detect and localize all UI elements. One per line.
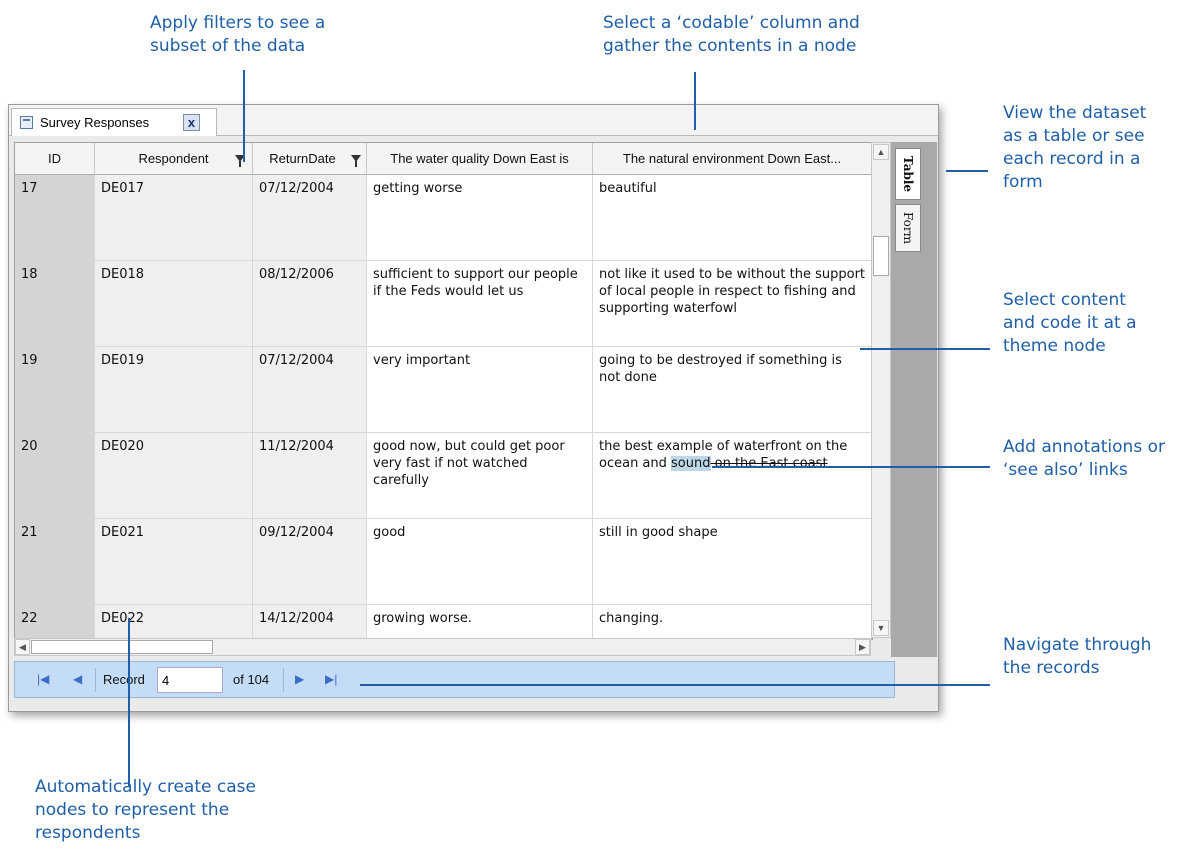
cell-water-quality[interactable]: sufficient to support our people if the … xyxy=(367,261,593,346)
callout-filters: Apply filters to see a subset of the dat… xyxy=(150,13,326,56)
vertical-scroll-thumb[interactable] xyxy=(873,236,889,276)
column-header-respondent[interactable]: Respondent xyxy=(95,143,253,175)
divider xyxy=(283,668,284,692)
cell-natural-environment[interactable]: beautiful xyxy=(593,175,872,260)
column-header-water-quality[interactable]: The water quality Down East is xyxy=(367,143,593,175)
cell-return-date[interactable]: 08/12/2006 xyxy=(253,261,367,346)
scroll-right-icon[interactable]: ▶ xyxy=(855,639,870,655)
cell-id[interactable]: 19 xyxy=(15,347,95,432)
cell-water-quality[interactable]: good now, but could get poor very fast i… xyxy=(367,433,593,518)
tab-table-view[interactable]: Table xyxy=(895,148,921,200)
record-navigator: |◀ ◀ Record of 104 ▶ ▶| xyxy=(14,661,895,698)
dataset-icon xyxy=(20,116,33,129)
table-row[interactable]: 20 DE020 11/12/2004 good now, but could … xyxy=(15,433,872,519)
previous-record-icon[interactable]: ◀ xyxy=(73,672,82,686)
scroll-down-icon[interactable]: ▼ xyxy=(873,620,889,636)
filter-icon[interactable] xyxy=(351,155,361,167)
callout-case-nodes: Automatically create case nodes to repre… xyxy=(35,777,256,843)
annotated-text[interactable]: on the East coast xyxy=(711,456,828,471)
close-tab-button[interactable]: x xyxy=(183,114,200,131)
cell-respondent[interactable]: DE022 xyxy=(95,605,253,638)
cell-natural-environment[interactable]: going to be destroyed if something is no… xyxy=(593,347,872,432)
connector-line xyxy=(360,684,990,686)
connector-line xyxy=(694,72,696,130)
close-icon: x xyxy=(187,115,196,130)
first-record-icon[interactable]: |◀ xyxy=(37,672,49,686)
callout-codable: Select a ‘codable’ column and gather the… xyxy=(603,13,860,56)
table-row[interactable]: 22 DE022 14/12/2004 growing worse. chang… xyxy=(15,605,872,639)
column-header-id[interactable]: ID xyxy=(15,143,95,175)
cell-return-date[interactable]: 07/12/2004 xyxy=(253,347,367,432)
cell-respondent[interactable]: DE017 xyxy=(95,175,253,260)
survey-responses-window: Survey Responses x ID Respondent ReturnD… xyxy=(8,104,939,712)
table-row[interactable]: 18 DE018 08/12/2006 sufficient to suppor… xyxy=(15,261,872,347)
cell-return-date[interactable]: 09/12/2004 xyxy=(253,519,367,604)
table-row[interactable]: 21 DE021 09/12/2004 good still in good s… xyxy=(15,519,872,605)
document-tab-bar: Survey Responses x xyxy=(9,105,938,136)
cell-water-quality[interactable]: good xyxy=(367,519,593,604)
dataset-table: ID Respondent ReturnDate The water quali… xyxy=(14,142,873,640)
document-tab[interactable]: Survey Responses x xyxy=(11,108,217,136)
cell-respondent[interactable]: DE019 xyxy=(95,347,253,432)
cell-id[interactable]: 17 xyxy=(15,175,95,260)
callout-annotations: Add annotations or ‘see also’ links xyxy=(1003,437,1165,480)
scroll-up-icon[interactable]: ▲ xyxy=(873,144,889,160)
table-row[interactable]: 19 DE019 07/12/2004 very important going… xyxy=(15,347,872,433)
scroll-left-icon[interactable]: ◀ xyxy=(15,639,30,655)
connector-line xyxy=(712,466,990,468)
cell-id[interactable]: 18 xyxy=(15,261,95,346)
horizontal-scroll-thumb[interactable] xyxy=(31,640,213,654)
view-mode-tabs: Table Form xyxy=(891,142,937,657)
callout-select-content: Select content and code it at a theme no… xyxy=(1003,290,1137,356)
cell-id[interactable]: 20 xyxy=(15,433,95,518)
cell-id[interactable]: 21 xyxy=(15,519,95,604)
cell-natural-environment[interactable]: the best example of waterfront on the oc… xyxy=(593,433,872,518)
cell-natural-environment[interactable]: still in good shape xyxy=(593,519,872,604)
cell-id[interactable]: 22 xyxy=(15,605,95,638)
record-total: of 104 xyxy=(233,672,270,687)
cell-natural-environment[interactable]: not like it used to be without the suppo… xyxy=(593,261,872,346)
divider xyxy=(95,668,96,692)
cell-return-date[interactable]: 11/12/2004 xyxy=(253,433,367,518)
record-number-input[interactable] xyxy=(157,667,223,693)
callout-navigate: Navigate through the records xyxy=(1003,635,1152,678)
record-label: Record xyxy=(103,672,145,687)
next-record-icon[interactable]: ▶ xyxy=(295,672,304,686)
connector-line xyxy=(946,170,988,172)
cell-respondent[interactable]: DE021 xyxy=(95,519,253,604)
column-header-returndate[interactable]: ReturnDate xyxy=(253,143,367,175)
connector-line xyxy=(860,348,990,350)
tab-form-view[interactable]: Form xyxy=(895,204,921,252)
connector-line xyxy=(128,618,130,786)
last-record-icon[interactable]: ▶| xyxy=(325,672,337,686)
horizontal-scrollbar[interactable]: ◀ ▶ xyxy=(14,638,871,656)
document-tab-title: Survey Responses xyxy=(40,115,150,130)
column-header-natural-environment[interactable]: The natural environment Down East... xyxy=(593,143,872,175)
table-row[interactable]: 17 DE017 07/12/2004 getting worse beauti… xyxy=(15,175,872,261)
vertical-scrollbar[interactable]: ▲ ▼ xyxy=(871,142,891,638)
callout-view: View the dataset as a table or see each … xyxy=(1003,103,1147,192)
cell-water-quality[interactable]: very important xyxy=(367,347,593,432)
selected-text-highlight[interactable]: sound xyxy=(671,456,711,471)
cell-water-quality[interactable]: growing worse. xyxy=(367,605,593,638)
cell-return-date[interactable]: 14/12/2004 xyxy=(253,605,367,638)
cell-respondent[interactable]: DE020 xyxy=(95,433,253,518)
cell-water-quality[interactable]: getting worse xyxy=(367,175,593,260)
connector-line xyxy=(243,70,245,162)
cell-respondent[interactable]: DE018 xyxy=(95,261,253,346)
cell-return-date[interactable]: 07/12/2004 xyxy=(253,175,367,260)
cell-natural-environment[interactable]: changing. xyxy=(593,605,872,638)
